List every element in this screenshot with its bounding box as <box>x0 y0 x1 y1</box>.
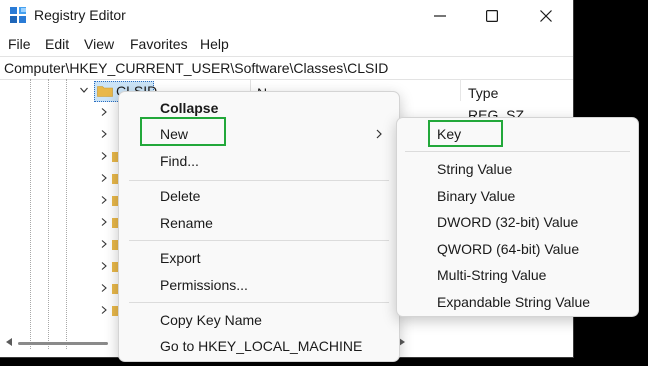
menu-item-goto-hklm[interactable]: Go to HKEY_LOCAL_MACHINE <box>119 333 399 359</box>
menu-view[interactable]: View <box>84 36 114 52</box>
menu-bar: File Edit View Favorites Help <box>0 32 573 56</box>
menu-item-label: Collapse <box>160 100 219 116</box>
submenu-item-dword-value[interactable]: DWORD (32-bit) Value <box>397 209 638 235</box>
menu-item-permissions[interactable]: Permissions... <box>119 272 399 298</box>
minimize-icon <box>434 15 446 17</box>
column-separator[interactable] <box>460 79 461 101</box>
maximize-button[interactable] <box>466 0 518 32</box>
menu-item-label: Rename <box>160 215 213 231</box>
menu-item-rename[interactable]: Rename <box>119 210 399 236</box>
menu-item-label: Expandable String Value <box>437 294 591 310</box>
chevron-right-icon[interactable] <box>100 284 108 292</box>
close-icon <box>540 10 552 22</box>
scroll-left-icon[interactable] <box>5 337 13 347</box>
menu-item-label: Find... <box>160 153 199 169</box>
chevron-right-icon[interactable] <box>100 152 108 160</box>
menu-favorites[interactable]: Favorites <box>130 36 188 52</box>
column-header-type[interactable]: Type <box>468 85 498 101</box>
new-submenu: Key String Value Binary Value DWORD (32-… <box>396 117 639 317</box>
registry-app-icon <box>10 7 26 23</box>
menu-item-find[interactable]: Find... <box>119 148 399 174</box>
submenu-item-multi-string-value[interactable]: Multi-String Value <box>397 262 638 288</box>
menu-item-label: Export <box>160 250 201 266</box>
menu-item-label: DWORD (32-bit) Value <box>437 214 579 230</box>
submenu-item-expandable-string-value[interactable]: Expandable String Value <box>397 289 638 315</box>
menu-item-label: Permissions... <box>160 277 248 293</box>
folder-icon <box>97 86 113 97</box>
chevron-right-icon[interactable] <box>100 196 108 204</box>
close-button[interactable] <box>520 0 572 32</box>
chevron-right-icon[interactable] <box>100 218 108 226</box>
menu-item-label: Go to HKEY_LOCAL_MACHINE <box>160 338 363 354</box>
submenu-item-binary-value[interactable]: Binary Value <box>397 183 638 209</box>
chevron-right-icon[interactable] <box>100 240 108 248</box>
submenu-item-qword-value[interactable]: QWORD (64-bit) Value <box>397 236 638 262</box>
menu-item-label: Delete <box>160 188 201 204</box>
menu-item-label: String Value <box>437 161 513 177</box>
window-title: Registry Editor <box>34 7 126 23</box>
minimize-button[interactable] <box>414 0 466 32</box>
menu-separator <box>129 302 389 303</box>
menu-separator <box>405 151 630 152</box>
menu-help[interactable]: Help <box>200 36 229 52</box>
menu-item-label: Multi-String Value <box>437 267 547 283</box>
menu-item-label: QWORD (64-bit) Value <box>437 241 580 257</box>
chevron-right-icon[interactable] <box>100 130 108 138</box>
submenu-item-string-value[interactable]: String Value <box>397 156 638 182</box>
menu-item-label: Copy Key Name <box>160 312 262 328</box>
tree-horizontal-scrollbar[interactable] <box>18 342 108 345</box>
menu-item-export[interactable]: Export <box>119 245 399 271</box>
chevron-down-icon[interactable] <box>80 86 88 94</box>
menu-file[interactable]: File <box>8 36 31 52</box>
menu-item-delete[interactable]: Delete <box>119 183 399 209</box>
address-bar[interactable]: Computer\HKEY_CURRENT_USER\Software\Clas… <box>0 56 573 80</box>
menu-separator <box>129 240 389 241</box>
menu-separator <box>129 180 389 181</box>
chevron-right-icon[interactable] <box>100 174 108 182</box>
menu-edit[interactable]: Edit <box>45 36 69 52</box>
highlight-new <box>140 117 226 146</box>
chevron-right-icon[interactable] <box>100 306 108 314</box>
title-bar[interactable]: Registry Editor <box>0 0 573 32</box>
highlight-key <box>428 120 503 147</box>
menu-item-copy-key-name[interactable]: Copy Key Name <box>119 307 399 333</box>
chevron-right-icon[interactable] <box>100 108 108 116</box>
chevron-right-icon[interactable] <box>100 262 108 270</box>
submenu-arrow-icon <box>376 129 382 139</box>
maximize-icon <box>486 10 498 22</box>
menu-item-label: Binary Value <box>437 188 516 204</box>
address-path[interactable]: Computer\HKEY_CURRENT_USER\Software\Clas… <box>4 60 388 76</box>
